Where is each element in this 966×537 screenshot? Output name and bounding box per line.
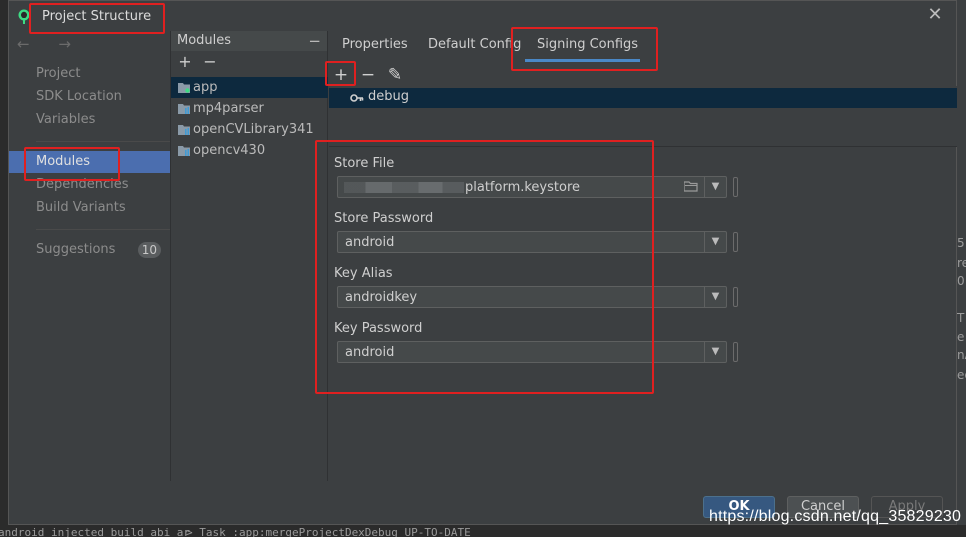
watermark: https://blog.csdn.net/qq_35829230 — [709, 508, 962, 525]
sidebar-item-suggestions[interactable]: Suggestions 10 — [9, 239, 170, 261]
key-alias-expand-handle[interactable] — [733, 287, 738, 307]
edit-signing-config-button[interactable]: ✎ — [384, 64, 406, 86]
module-item-app[interactable]: app — [171, 77, 328, 98]
background-build-line: > Task :app:mergeProjectDexDebug UP-TO-D… — [186, 526, 471, 537]
project-structure-dialog: Project Structure ✕ ← → Project SDK Loca… — [8, 0, 957, 525]
app-module-folder-icon — [178, 83, 190, 93]
active-tab-indicator — [525, 59, 640, 62]
modules-panel-header: Modules − — [171, 31, 327, 51]
key-password-field[interactable]: ▼ — [337, 341, 727, 363]
module-item-opencvlibrary341[interactable]: openCVLibrary341 — [171, 119, 328, 140]
sidebar-item-label: Variables — [36, 112, 96, 127]
store-file-expand-handle[interactable] — [733, 177, 738, 197]
sidebar-item-label: Suggestions — [36, 242, 116, 257]
pane-divider — [329, 146, 957, 147]
sidebar-item-build-variants[interactable]: Build Variants — [9, 197, 170, 219]
sidebar-item-label: SDK Location — [36, 89, 122, 104]
background-text-fragment: nA — [957, 348, 966, 362]
sidebar-item-project[interactable]: Project — [9, 63, 170, 85]
key-password-input[interactable] — [338, 342, 703, 362]
module-settings-pane: Properties Default Config Signing Config… — [329, 31, 957, 481]
key-icon — [350, 94, 364, 102]
tab-default-config[interactable]: Default Config — [428, 37, 521, 52]
key-password-label: Key Password — [334, 321, 423, 336]
background-text-fragment: T — [957, 311, 965, 325]
background-ide-right-edge: 5 re 0 T e nA ee — [957, 0, 966, 537]
close-icon[interactable]: ✕ — [926, 6, 944, 24]
store-password-expand-handle[interactable] — [733, 232, 738, 252]
key-alias-field[interactable]: ▼ — [337, 286, 727, 308]
modules-panel-title: Modules — [177, 33, 232, 48]
store-password-input[interactable] — [338, 232, 703, 252]
sidebar-item-variables[interactable]: Variables — [9, 109, 170, 131]
tab-signing-configs[interactable]: Signing Configs — [537, 37, 638, 52]
title-bar: Project Structure ✕ — [9, 1, 956, 31]
settings-tabs: Properties Default Config Signing Config… — [329, 31, 957, 62]
module-item-opencv430[interactable]: opencv430 — [171, 140, 328, 161]
module-label: opencv430 — [193, 143, 266, 158]
sidebar-item-modules[interactable]: Modules — [9, 151, 170, 173]
background-text-fragment: ee — [957, 368, 966, 382]
sidebar-item-label: Project — [36, 66, 81, 81]
chevron-down-icon[interactable]: ▼ — [704, 287, 726, 307]
chevron-down-icon[interactable]: ▼ — [704, 342, 726, 362]
tab-properties[interactable]: Properties — [342, 37, 408, 52]
store-password-field[interactable]: ▼ — [337, 231, 727, 253]
sidebar-item-label: Build Variants — [36, 200, 126, 215]
key-alias-input[interactable] — [338, 287, 703, 307]
android-studio-icon — [18, 9, 30, 24]
sidebar: ← → Project SDK Location Variables Modul… — [9, 31, 170, 481]
sidebar-item-sdk-location[interactable]: SDK Location — [9, 86, 170, 108]
browse-folder-icon[interactable] — [684, 181, 698, 192]
store-file-input[interactable] — [338, 177, 703, 197]
chevron-down-icon[interactable]: ▼ — [704, 177, 726, 197]
background-build-line: android injected build abi ar — [0, 526, 191, 537]
library-module-folder-icon — [178, 146, 190, 156]
chevron-down-icon[interactable]: ▼ — [704, 232, 726, 252]
signing-config-item-debug[interactable]: debug — [329, 88, 957, 108]
background-text-fragment: 0 — [957, 274, 965, 288]
signing-configs-list: debug — [329, 86, 957, 146]
remove-module-button[interactable]: − — [201, 53, 219, 71]
background-build-output: android injected build abi ar > Task :ap… — [0, 525, 966, 537]
background-text-fragment: e — [957, 330, 965, 344]
sidebar-item-dependencies[interactable]: Dependencies — [9, 174, 170, 196]
key-password-expand-handle[interactable] — [733, 342, 738, 362]
key-alias-label: Key Alias — [334, 266, 393, 281]
store-password-label: Store Password — [334, 211, 434, 226]
signing-configs-toolbar: + − ✎ — [329, 64, 957, 86]
sidebar-item-label: Modules — [36, 154, 91, 169]
sidebar-divider — [36, 141, 170, 142]
back-forward-arrows-icon[interactable]: ← → — [17, 35, 83, 53]
dialog-title: Project Structure — [42, 9, 152, 24]
module-label: openCVLibrary341 — [193, 122, 314, 137]
module-item-mp4parser[interactable]: mp4parser — [171, 98, 328, 119]
module-label: mp4parser — [193, 101, 264, 116]
modules-panel: Modules − + − app mp4parser openCVLibrar… — [170, 31, 328, 481]
library-module-folder-icon — [178, 104, 190, 114]
library-module-folder-icon — [178, 125, 190, 135]
collapse-panel-icon[interactable]: − — [308, 32, 321, 50]
background-text-fragment: 5 — [957, 236, 965, 250]
sidebar-divider — [36, 229, 170, 230]
store-file-label: Store File — [334, 156, 395, 171]
store-file-field[interactable]: ▼ — [337, 176, 727, 198]
add-signing-config-button[interactable]: + — [330, 64, 352, 86]
signing-config-label: debug — [368, 89, 409, 104]
remove-signing-config-button[interactable]: − — [357, 64, 379, 86]
module-label: app — [193, 80, 218, 95]
suggestions-count-badge: 10 — [137, 242, 161, 258]
sidebar-item-label: Dependencies — [36, 177, 129, 192]
background-text-fragment: re — [957, 256, 966, 270]
add-module-button[interactable]: + — [176, 53, 194, 71]
